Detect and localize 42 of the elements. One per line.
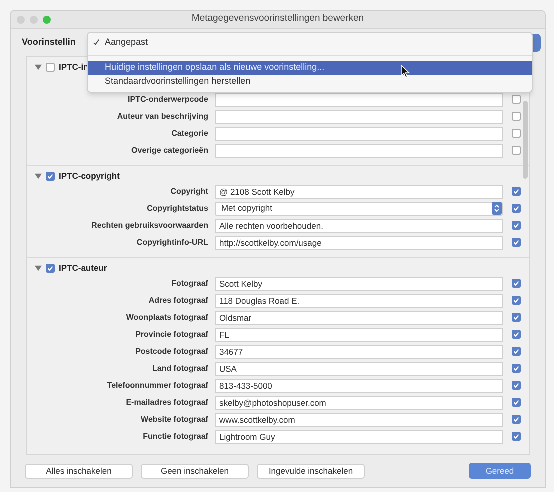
menu-item[interactable]: Standaardvoorinstellingen herstellen xyxy=(88,75,532,89)
field-label: Adres fotograaf xyxy=(148,294,210,306)
field-label: Rechten gebruiksvoorwaarden xyxy=(90,220,210,232)
field-label: Overige categorieën xyxy=(130,144,210,156)
text-field[interactable]: Lightroom Guy xyxy=(215,430,503,444)
enable-button[interactable]: Geen inschakelen xyxy=(141,464,249,478)
text-field[interactable]: Oldsmar xyxy=(215,310,503,324)
preset-label: Voorinstellin xyxy=(22,36,76,49)
field-label: Website fotograaf xyxy=(140,414,210,426)
field-label: E-mailadres fotograaf xyxy=(125,396,210,408)
field-label: Fotograaf xyxy=(170,278,210,290)
field-label: Provincie fotograaf xyxy=(134,328,210,340)
status-dropdown[interactable]: Met copyright xyxy=(215,202,503,216)
text-field[interactable]: Alle rechten voorbehouden. xyxy=(215,218,503,232)
enable-button[interactable]: Alles inschakelen xyxy=(25,464,133,478)
text-field[interactable]: FL xyxy=(215,328,503,342)
text-field[interactable]: http://scottkelby.com/usage xyxy=(215,236,503,250)
section-title: IPTC-copyright xyxy=(59,170,120,182)
menu-item[interactable]: Huidige instellingen opslaan als nieuwe voorinstelling... xyxy=(88,61,532,75)
text-field[interactable]: Scott Kelby xyxy=(215,276,503,290)
text-field[interactable]: 118 Douglas Road E. xyxy=(215,294,503,308)
enable-button[interactable]: Ingevulde inschakelen xyxy=(257,464,365,478)
field-label: Functie fotograaf xyxy=(142,430,210,442)
menu-item[interactable]: Aangepast xyxy=(88,36,532,50)
window-title: Metagegevensvoorinstellingen bewerken xyxy=(192,12,364,26)
field-label: Land fotograaf xyxy=(151,362,210,374)
section-title: IPTC-auteur xyxy=(59,262,108,274)
text-field[interactable]: skelby@photoshopuser.com xyxy=(215,396,503,410)
field-label: Telefoonnummer fotograaf xyxy=(106,380,210,392)
field-label: Woonplaats fotograaf xyxy=(125,312,210,324)
text-field[interactable]: 34677 xyxy=(215,344,503,358)
field-label: Categorie xyxy=(170,128,210,140)
text-field[interactable]: @ 2108 Scott Kelby xyxy=(215,184,503,198)
field-label: Copyrightstatus xyxy=(146,202,210,214)
field-label: Postcode fotograaf xyxy=(134,346,210,358)
field-label: Copyrightinfo-URL xyxy=(136,236,210,248)
field-label: IPTC-onderwerpcode xyxy=(127,94,210,106)
text-field[interactable]: 813-433-5000 xyxy=(215,378,503,392)
field-label: Auteur van beschrijving xyxy=(116,110,210,122)
text-field[interactable]: USA xyxy=(215,362,503,376)
text-field[interactable]: www.scottkelby.com xyxy=(215,412,503,426)
field-label: Copyright xyxy=(170,186,210,198)
